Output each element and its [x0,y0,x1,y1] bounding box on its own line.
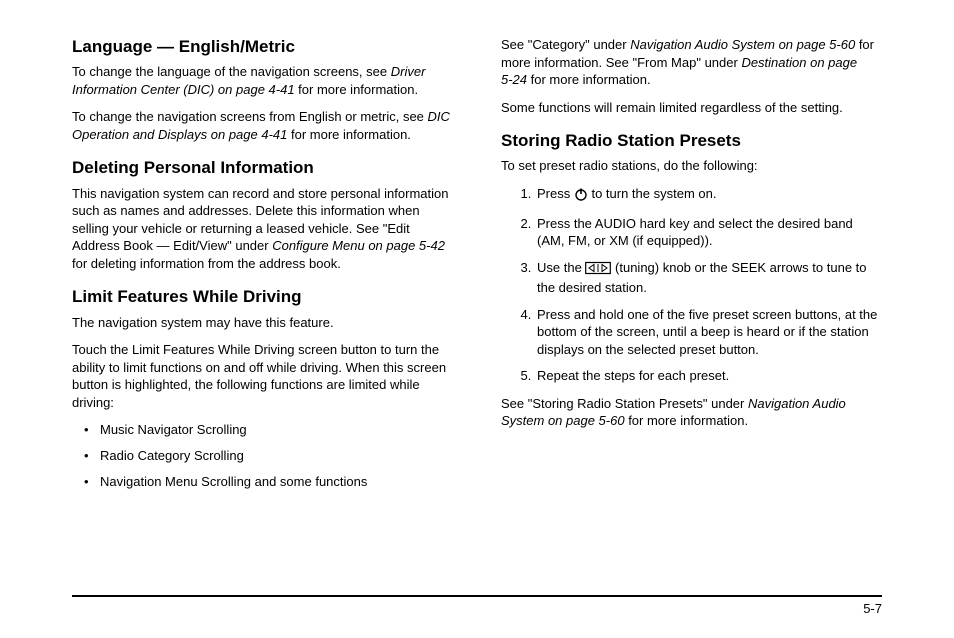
paragraph: See "Category" under Navigation Audio Sy… [501,36,882,89]
paragraph: To change the language of the navigation… [72,63,453,98]
two-column-layout: Language — English/Metric To change the … [72,36,882,596]
cross-reference: Navigation Audio System on page 5‑60 [630,37,855,52]
paragraph: The navigation system may have this feat… [72,314,453,332]
list-item: Music Navigator Scrolling [100,421,453,439]
heading-storing-presets: Storing Radio Station Presets [501,130,882,151]
footer-rule [72,595,882,597]
list-item: Press to turn the system on. [535,185,882,206]
cross-reference: Configure Menu on page 5‑42 [272,238,445,253]
page-number: 5-7 [72,601,882,616]
paragraph: To change the navigation screens from En… [72,108,453,143]
paragraph: This navigation system can record and st… [72,185,453,273]
tuning-knob-icon [585,261,611,280]
list-item: Use the (tuning) knob or the SEEK arrows… [535,259,882,297]
list-item: Repeat the steps for each preset. [535,367,882,385]
text: to turn the system on. [588,186,717,201]
text: To change the language of the navigation… [72,64,391,79]
list-item: Press the AUDIO hard key and select the … [535,215,882,250]
text: for more information. [287,127,411,142]
page-footer: 5-7 [72,595,882,616]
text: Press [537,186,574,201]
paragraph: Some functions will remain limited regar… [501,99,882,117]
heading-deleting-personal-info: Deleting Personal Information [72,157,453,178]
text: for more information. [625,413,749,428]
manual-page: Language — English/Metric To change the … [0,0,954,638]
text: See "Category" under [501,37,630,52]
text: To change the navigation screens from En… [72,109,428,124]
list-item: Press and hold one of the five preset sc… [535,306,882,359]
text: for more information. [527,72,651,87]
text: for deleting information from the addres… [72,256,341,271]
paragraph: To set preset radio stations, do the fol… [501,157,882,175]
list-item: Radio Category Scrolling [100,447,453,465]
paragraph: Touch the Limit Features While Driving s… [72,341,453,411]
numbered-list: Press to turn the system on. Press the A… [501,185,882,385]
heading-limit-features: Limit Features While Driving [72,286,453,307]
paragraph: See "Storing Radio Station Presets" unde… [501,395,882,430]
text: See "Storing Radio Station Presets" unde… [501,396,748,411]
heading-language: Language — English/Metric [72,36,453,57]
bullet-list: Music Navigator Scrolling Radio Category… [72,421,453,490]
list-item: Navigation Menu Scrolling and some funct… [100,473,453,491]
power-icon [574,187,588,206]
text: Use the [537,260,585,275]
text: for more information. [295,82,419,97]
